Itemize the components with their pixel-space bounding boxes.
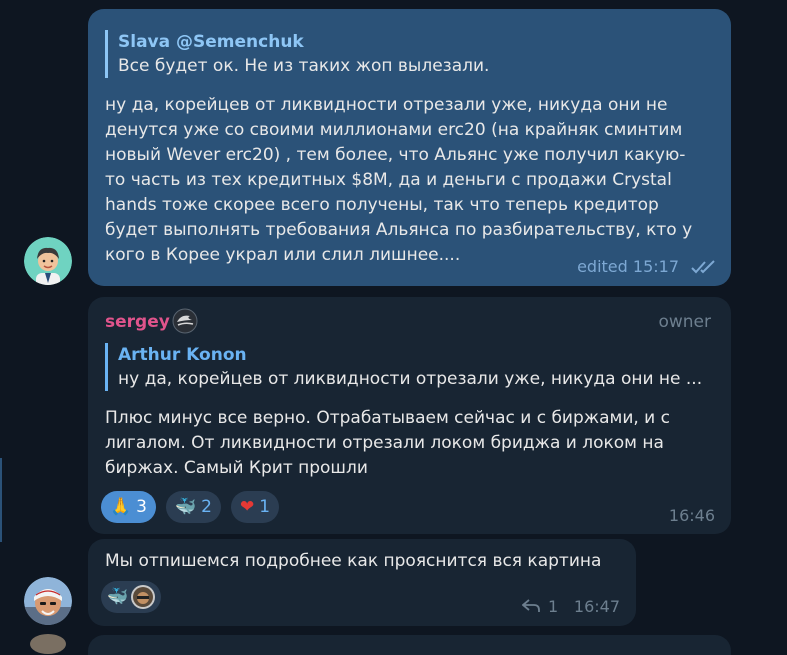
reaction-pray[interactable]: 🙏 3 (101, 491, 156, 523)
message-time: 16:46 (668, 506, 715, 525)
edited-time: edited 15:17 (577, 257, 679, 276)
reply-arrow-icon[interactable] (522, 599, 540, 613)
reaction-count: 2 (201, 497, 212, 517)
reaction-whale-with-avatar[interactable]: 🐳 (101, 581, 162, 613)
avatar-sergey[interactable] (24, 577, 72, 625)
message-text: Плюс минус все верно. Отрабатываем сейча… (105, 406, 725, 481)
owner-badge: owner (658, 312, 711, 332)
message-text: ну да, корейцев от ликвидности отрезали … (105, 93, 725, 268)
whale-icon: 🐳 (107, 587, 129, 607)
replies-count[interactable]: 1 (548, 597, 558, 617)
message-line: лигалом. От ликвидности отрезали локом б… (105, 433, 664, 453)
message-meta: edited 15:17 (577, 257, 679, 277)
reply-text: Все будет ок. Не из таких жоп вылезали. (118, 56, 490, 76)
reaction-heart[interactable]: ❤ 1 (231, 491, 280, 523)
reactor-avatar (131, 585, 156, 609)
message-bubble-1[interactable]: Slava @Semenchuk Все будет ок. Не из так… (88, 9, 731, 286)
double-check-icon (691, 260, 715, 274)
reply-text: ну да, корейцев от ликвидности отрезали … (118, 369, 703, 389)
whale-icon: 🐳 (175, 497, 197, 517)
author-name[interactable]: sergey (105, 310, 170, 334)
message-line: Плюс минус все верно. Отрабатываем сейча… (105, 408, 670, 428)
pray-icon: 🙏 (110, 497, 132, 517)
reaction-count: 1 (259, 497, 271, 517)
message-line: денутся уже со своими миллионами erc20 (… (105, 120, 683, 140)
scroll-edge (0, 458, 2, 542)
message-line: то часть из тех кредитных $8M, да и день… (105, 170, 672, 190)
heart-icon: ❤ (240, 497, 255, 517)
message-bubble-3[interactable]: Мы отпишемся подробнее как прояснится вс… (88, 539, 636, 626)
message-line: hands тоже скорее всего получены, так чт… (105, 195, 659, 215)
next-avatar-partial (30, 634, 66, 654)
message-line: биржах. Самый Крит прошли (105, 458, 368, 478)
message-bubble-2[interactable]: sergey owner Arthur Konon ну да, корейце… (88, 297, 731, 534)
message-text: Мы отпишемся подробнее как прояснится вс… (105, 551, 602, 571)
message-line: новый Wever erc20) , тем более, что Алья… (105, 145, 686, 165)
reaction-whale[interactable]: 🐳 2 (166, 491, 221, 523)
reaction-count: 3 (136, 497, 147, 517)
message-time: 16:47 (573, 597, 620, 616)
message-line: ну да, корейцев от ликвидности отрезали … (105, 95, 668, 115)
avatar-slava[interactable] (24, 237, 72, 285)
reply-author: Slava @Semenchuk (118, 32, 304, 52)
next-message-partial (88, 635, 731, 655)
reply-author: Arthur Konon (118, 345, 247, 365)
reply-preview[interactable]: Slava @Semenchuk Все будет ок. Не из так… (105, 30, 489, 78)
reply-preview[interactable]: Arthur Konon ну да, корейцев от ликвидно… (105, 343, 702, 391)
author-badge-icon (172, 308, 198, 334)
message-line: будет выполнять требования Альянса по ра… (105, 220, 693, 240)
